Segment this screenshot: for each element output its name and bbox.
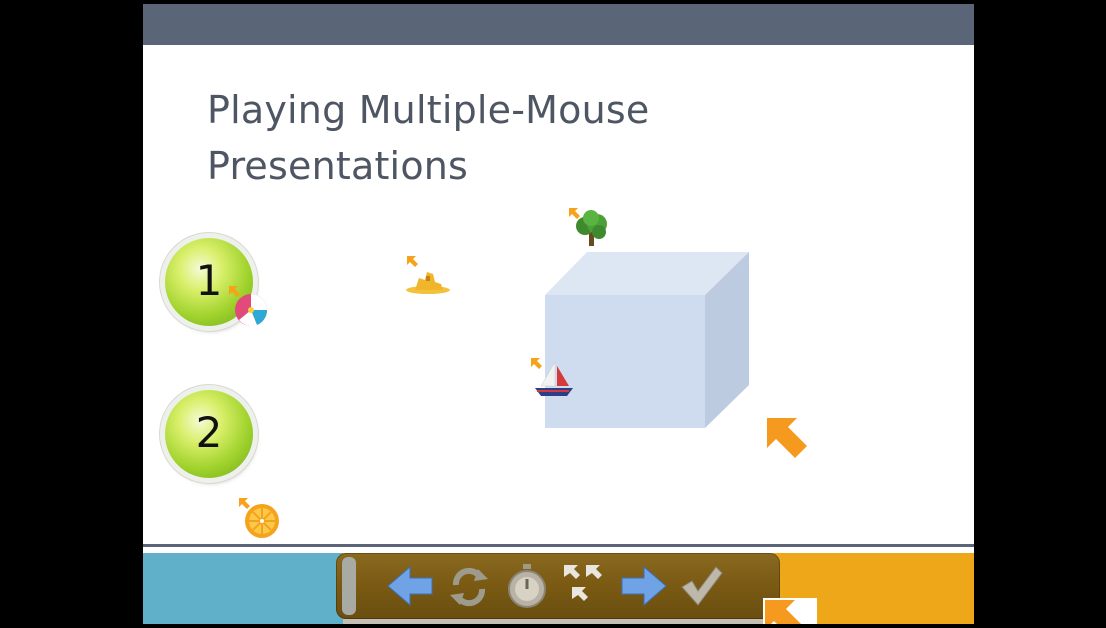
cursors-icon[interactable] [560, 561, 610, 611]
orange-slice-icon [245, 504, 279, 538]
presentation-slide: Playing Multiple-Mouse Presentations 1 2 [143, 4, 974, 624]
slide-title-line-2: Presentations [207, 144, 469, 188]
cube-shape[interactable] [545, 250, 751, 430]
partial-mouse-cursor-icon [763, 598, 817, 624]
slide-top-bar [143, 4, 974, 45]
badge-label: 2 [195, 408, 223, 457]
toolbar-grip-handle[interactable] [342, 557, 356, 615]
footer-band-blue [143, 553, 343, 624]
next-slide-button[interactable] [618, 561, 668, 611]
beach-ball-icon [235, 294, 268, 326]
sailboat-icon [535, 361, 573, 396]
presentation-control-bar [336, 553, 780, 619]
slide-title-line-1: Playing Multiple-Mouse [207, 88, 650, 132]
tree-icon [576, 210, 607, 246]
number-badge-2[interactable]: 2 [165, 390, 253, 478]
slide-title: Playing Multiple-Mouse Presentations [207, 82, 807, 194]
stopwatch-icon[interactable] [502, 561, 552, 611]
previous-slide-button[interactable] [386, 561, 436, 611]
checkmark-icon[interactable] [676, 561, 726, 611]
rotate-icon[interactable] [444, 561, 494, 611]
slide-bottom-line [143, 544, 974, 547]
large-mouse-cursor-icon [767, 418, 807, 458]
sandcastle-icon [406, 272, 450, 294]
